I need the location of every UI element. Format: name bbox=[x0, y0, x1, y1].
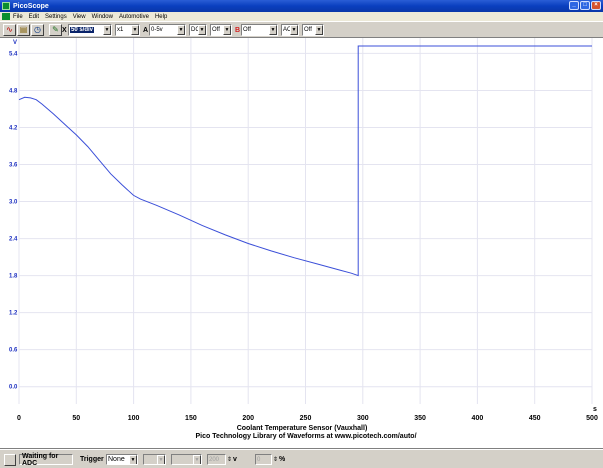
x-label: X bbox=[62, 26, 67, 34]
trigger-level-input[interactable]: 200 bbox=[207, 454, 226, 465]
channel-a-label: A bbox=[143, 26, 149, 34]
y-tick-label: 3.0 bbox=[9, 200, 18, 206]
x-tick-label: 0 bbox=[17, 415, 21, 422]
trigger-delay-input[interactable]: 0 bbox=[255, 454, 272, 465]
y-tick-label: 3.6 bbox=[9, 163, 18, 169]
channel-b-mode-select[interactable]: Off ▼ bbox=[302, 24, 324, 36]
x-unit-label: s bbox=[593, 406, 597, 413]
chevron-down-icon: ▼ bbox=[223, 25, 231, 35]
menu-edit[interactable]: Edit bbox=[29, 14, 39, 20]
channel-a-mode-value: Off bbox=[212, 27, 220, 33]
menu-view[interactable]: View bbox=[73, 14, 86, 20]
title-bar: PicoScope _ □ × bbox=[0, 0, 603, 12]
scope-view-button[interactable]: ∿ bbox=[3, 24, 16, 36]
channel-b-range-select[interactable]: Off ▼ bbox=[241, 24, 278, 36]
x-tick-label: 200 bbox=[242, 415, 254, 422]
trigger-label: Trigger bbox=[80, 456, 104, 463]
x-tick-label: 50 bbox=[72, 415, 80, 422]
x-tick-label: 250 bbox=[300, 415, 312, 422]
scope-plot-area[interactable]: 5.4 4.8 4.2 3.6 3.0 2.4 1.8 1.2 0.6 0.0 0 50 100 150… bbox=[0, 38, 603, 449]
menu-help[interactable]: Help bbox=[155, 14, 167, 20]
x-tick-label: 400 bbox=[472, 415, 484, 422]
chart-title: Coolant Temperature Sensor (Vauxhall) bbox=[237, 425, 368, 432]
y-tick-label: 1.2 bbox=[9, 311, 18, 317]
status-bar: Waiting for ADC Trigger None ▼ ▼ ▼ 200 ⇕… bbox=[0, 449, 603, 468]
minimize-button[interactable]: _ bbox=[569, 1, 579, 10]
x-tick-label: 150 bbox=[185, 415, 197, 422]
x-tick-label: 450 bbox=[529, 415, 541, 422]
x-tick-label: 500 bbox=[586, 415, 598, 422]
channel-a-coupling-select[interactable]: DC ▼ bbox=[189, 24, 207, 36]
y-tick-label: 4.8 bbox=[9, 88, 18, 94]
toolbar: ∿ ▤ ◷ ✎ X 50 s/div ▼ x1 ▼ A 0-5v ▼ DC ▼ … bbox=[0, 21, 603, 38]
trigger-level-unit: v bbox=[233, 456, 237, 463]
chevron-down-icon: ▼ bbox=[103, 25, 111, 35]
channel-a-range-value: 0-5v bbox=[151, 27, 163, 33]
channel-b-mode-value: Off bbox=[304, 27, 312, 33]
clock-button[interactable]: ◷ bbox=[31, 24, 44, 36]
menu-settings[interactable]: Settings bbox=[45, 14, 67, 20]
chevron-down-icon: ▼ bbox=[315, 25, 323, 35]
chevron-down-icon: ▼ bbox=[177, 25, 185, 35]
timebase-value: 50 s/div bbox=[70, 27, 95, 33]
chevron-down-icon: ▼ bbox=[193, 455, 201, 464]
channel-a-mode-select[interactable]: Off ▼ bbox=[210, 24, 232, 36]
menu-bar: File Edit Settings View Window Automotiv… bbox=[0, 12, 603, 21]
channel-b-range-value: Off bbox=[243, 27, 251, 33]
trigger-direction-select[interactable]: ▼ bbox=[171, 454, 202, 465]
meter-view-button[interactable]: ▤ bbox=[17, 24, 30, 36]
status-text: Waiting for ADC bbox=[19, 453, 73, 467]
y-tick-label: 5.4 bbox=[9, 51, 18, 57]
trigger-channel-select[interactable]: ▼ bbox=[143, 454, 166, 465]
trigger-delay-unit: % bbox=[279, 456, 286, 463]
multiplier-select[interactable]: x1 ▼ bbox=[115, 24, 140, 36]
probe-button[interactable]: ✎ bbox=[49, 24, 62, 36]
y-unit-label: V bbox=[13, 40, 17, 46]
y-tick-label: 1.8 bbox=[9, 274, 18, 280]
chevron-down-icon: ▼ bbox=[198, 25, 206, 35]
channel-b-coupling-select[interactable]: AC ▼ bbox=[281, 24, 299, 36]
chevron-down-icon: ▼ bbox=[131, 25, 139, 35]
channel-b-label: B bbox=[235, 26, 241, 34]
menu-window[interactable]: Window bbox=[92, 14, 113, 20]
close-button[interactable]: × bbox=[591, 1, 601, 10]
chevron-down-icon: ▼ bbox=[269, 25, 277, 35]
y-tick-label: 0.0 bbox=[9, 385, 18, 391]
timebase-select[interactable]: 50 s/div ▼ bbox=[68, 24, 112, 36]
x-tick-label: 300 bbox=[357, 415, 369, 422]
meter-icon: ▤ bbox=[19, 25, 28, 34]
menu-automotive[interactable]: Automotive bbox=[119, 14, 149, 20]
y-tick-label: 4.2 bbox=[9, 125, 18, 131]
waveform-chart: 5.4 4.8 4.2 3.6 3.0 2.4 1.8 1.2 0.6 0.0 0 50 100 150… bbox=[9, 38, 598, 440]
waveform-icon: ∿ bbox=[6, 25, 13, 34]
window-controls: _ □ × bbox=[569, 1, 601, 10]
window-title: PicoScope bbox=[13, 2, 49, 10]
channel-a-range-select[interactable]: 0-5v ▼ bbox=[149, 24, 186, 36]
y-tick-label: 2.4 bbox=[9, 237, 18, 243]
menu-file[interactable]: File bbox=[13, 14, 23, 20]
probe-icon: ✎ bbox=[52, 25, 59, 34]
y-tick-label: 0.6 bbox=[9, 348, 18, 354]
trigger-delay-spinner[interactable]: ⇕ bbox=[273, 454, 278, 465]
clock-icon: ◷ bbox=[34, 25, 41, 34]
x-tick-label: 350 bbox=[414, 415, 426, 422]
chevron-down-icon: ▼ bbox=[129, 455, 137, 464]
app-icon bbox=[2, 2, 10, 10]
document-icon[interactable] bbox=[2, 13, 10, 20]
chevron-down-icon: ▼ bbox=[290, 25, 298, 35]
chart-subtitle: Pico Technology Library of Waveforms at … bbox=[195, 433, 416, 440]
trigger-mode-select[interactable]: None ▼ bbox=[106, 454, 138, 465]
trigger-level-spinner[interactable]: ⇕ bbox=[227, 454, 232, 465]
multiplier-value: x1 bbox=[117, 27, 124, 33]
start-stop-button[interactable] bbox=[4, 454, 16, 466]
maximize-button[interactable]: □ bbox=[580, 1, 590, 10]
chevron-down-icon: ▼ bbox=[157, 455, 165, 464]
trigger-mode-value: None bbox=[108, 456, 125, 463]
x-tick-label: 100 bbox=[128, 415, 140, 422]
